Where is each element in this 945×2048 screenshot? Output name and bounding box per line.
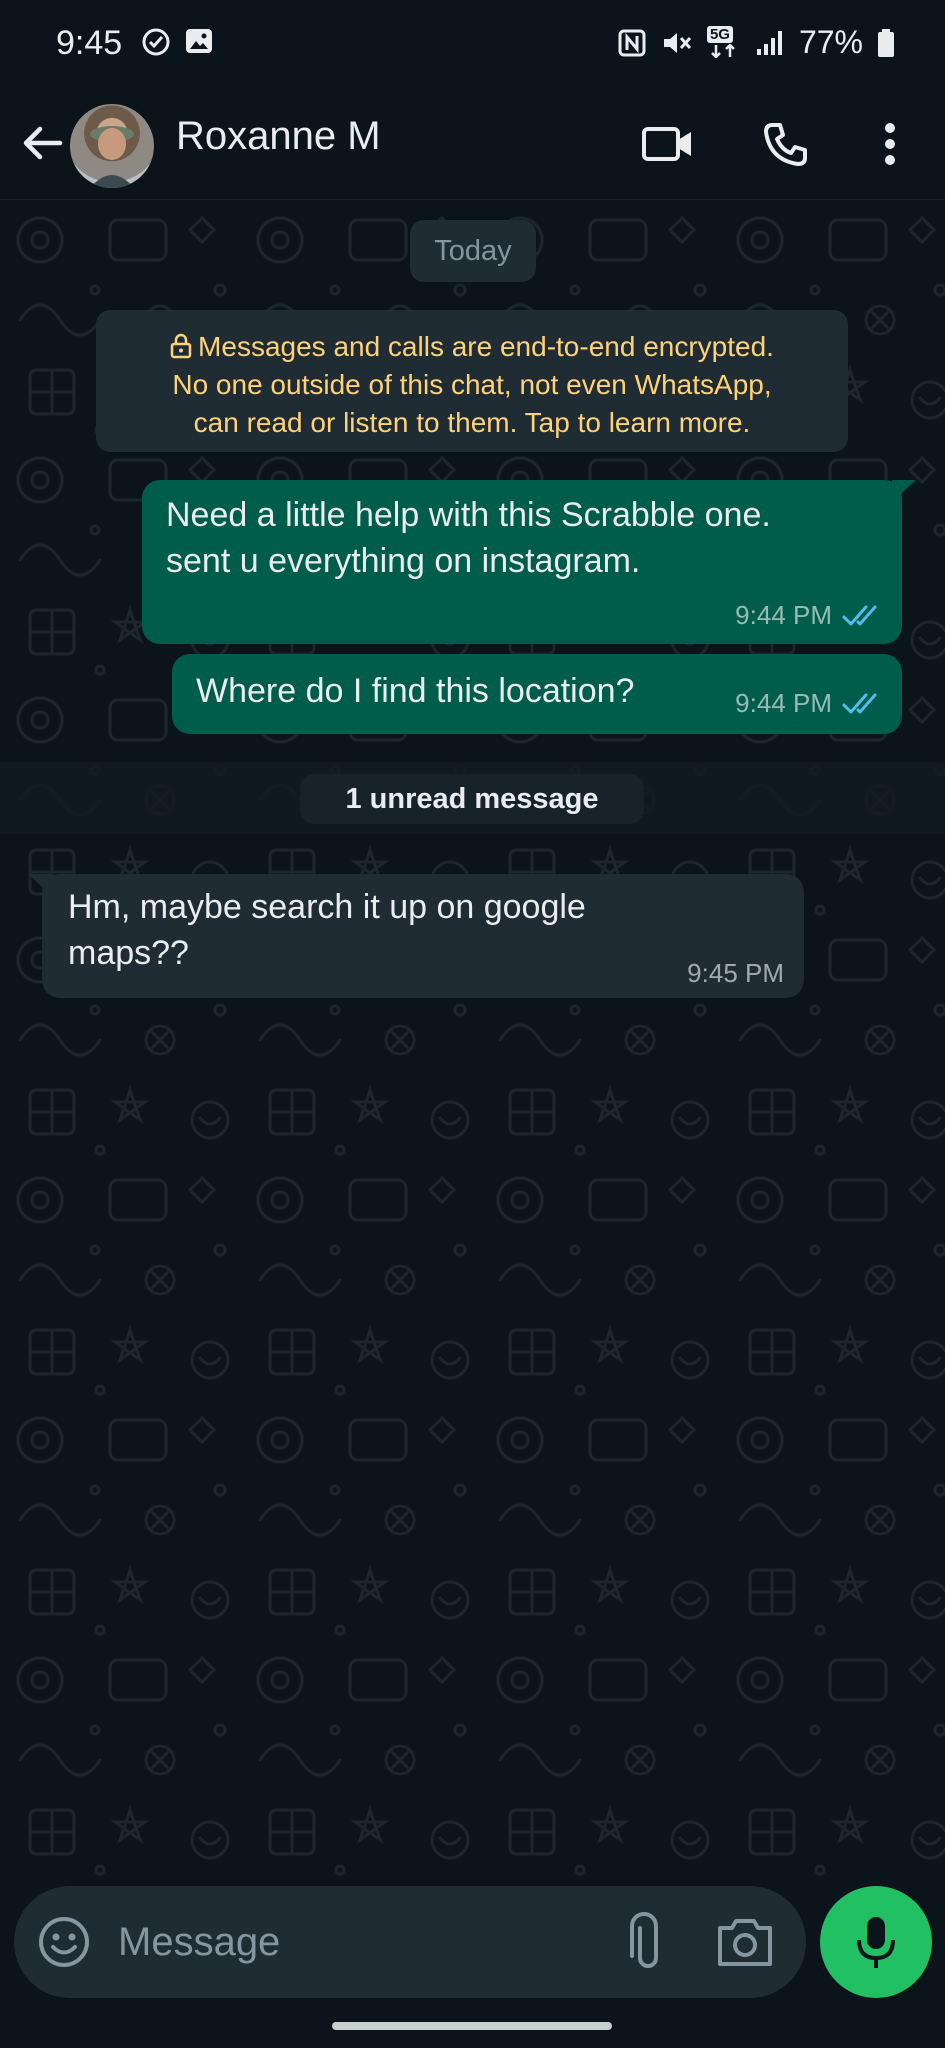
message-input[interactable] — [118, 1908, 598, 1976]
battery-icon — [878, 28, 894, 57]
check-circle-icon — [142, 28, 170, 56]
video-call-icon — [642, 127, 691, 161]
battery-percent: 77% — [798, 24, 863, 60]
video-call-button[interactable] — [636, 112, 700, 176]
read-receipt-icon — [842, 693, 877, 713]
mute-icon — [663, 32, 692, 53]
incoming-message[interactable]: Hm, maybe search it up on google maps?? … — [28, 874, 804, 998]
contact-name[interactable]: Roxanne M — [176, 114, 381, 159]
status-bar: 9:45 5G 77% — [0, 0, 945, 90]
encryption-line-3: can read or listen to them. Tap to learn… — [193, 407, 751, 438]
message-text-line: sent u everything on instagram. — [166, 542, 641, 580]
more-options-button[interactable] — [858, 112, 922, 176]
more-options-icon — [885, 123, 895, 165]
bubble-tail — [892, 480, 916, 502]
home-gesture-handle[interactable] — [332, 2022, 612, 2030]
attach-icon[interactable] — [614, 1912, 674, 1972]
encryption-line-1: Messages and calls are end-to-end encryp… — [198, 331, 774, 362]
bubble-tail — [28, 874, 52, 896]
encryption-notice[interactable]: Messages and calls are end-to-end encryp… — [96, 310, 848, 452]
date-chip: Today — [410, 220, 536, 282]
signal-icon — [756, 30, 782, 55]
message-text-line: Need a little help with this Scrabble on… — [166, 496, 771, 534]
message-time: 9:44 PM — [735, 688, 832, 718]
back-arrow-icon[interactable] — [18, 118, 68, 168]
nfc-icon — [618, 29, 646, 56]
outgoing-message[interactable]: Where do I find this location? 9:44 PM — [172, 654, 902, 734]
doodle-wallpaper — [0, 200, 945, 1880]
voice-call-button[interactable] — [754, 112, 818, 176]
lock-icon — [170, 333, 192, 359]
mic-icon — [857, 1917, 895, 1968]
read-receipt-icon — [842, 605, 877, 625]
chat-header: Roxanne M — [0, 90, 945, 200]
camera-icon[interactable] — [714, 1912, 776, 1972]
system-nav-bar — [0, 2008, 945, 2048]
voice-call-icon — [764, 123, 807, 166]
unread-messages-label: 1 unread message — [300, 774, 644, 824]
message-time: 9:45 PM — [687, 958, 784, 988]
gallery-icon — [186, 29, 212, 53]
message-text-line: Where do I find this location? — [196, 672, 635, 710]
5g-icon: 5G — [706, 25, 741, 60]
status-time: 9:45 — [56, 24, 123, 62]
emoji-icon[interactable] — [36, 1914, 92, 1970]
chat-area[interactable]: Today Messages and calls are end-to-end … — [0, 200, 945, 1880]
outgoing-message[interactable]: Need a little help with this Scrabble on… — [142, 480, 916, 644]
mic-button[interactable] — [820, 1886, 932, 1998]
network-type: 5G — [706, 25, 733, 43]
message-text-line: Hm, maybe search it up on google — [68, 888, 586, 926]
message-text-line: maps?? — [68, 934, 189, 972]
encryption-line-2: No one outside of this chat, not even Wh… — [172, 369, 772, 400]
avatar[interactable] — [70, 104, 154, 188]
message-time: 9:44 PM — [735, 600, 832, 630]
message-composer — [14, 1886, 806, 1998]
